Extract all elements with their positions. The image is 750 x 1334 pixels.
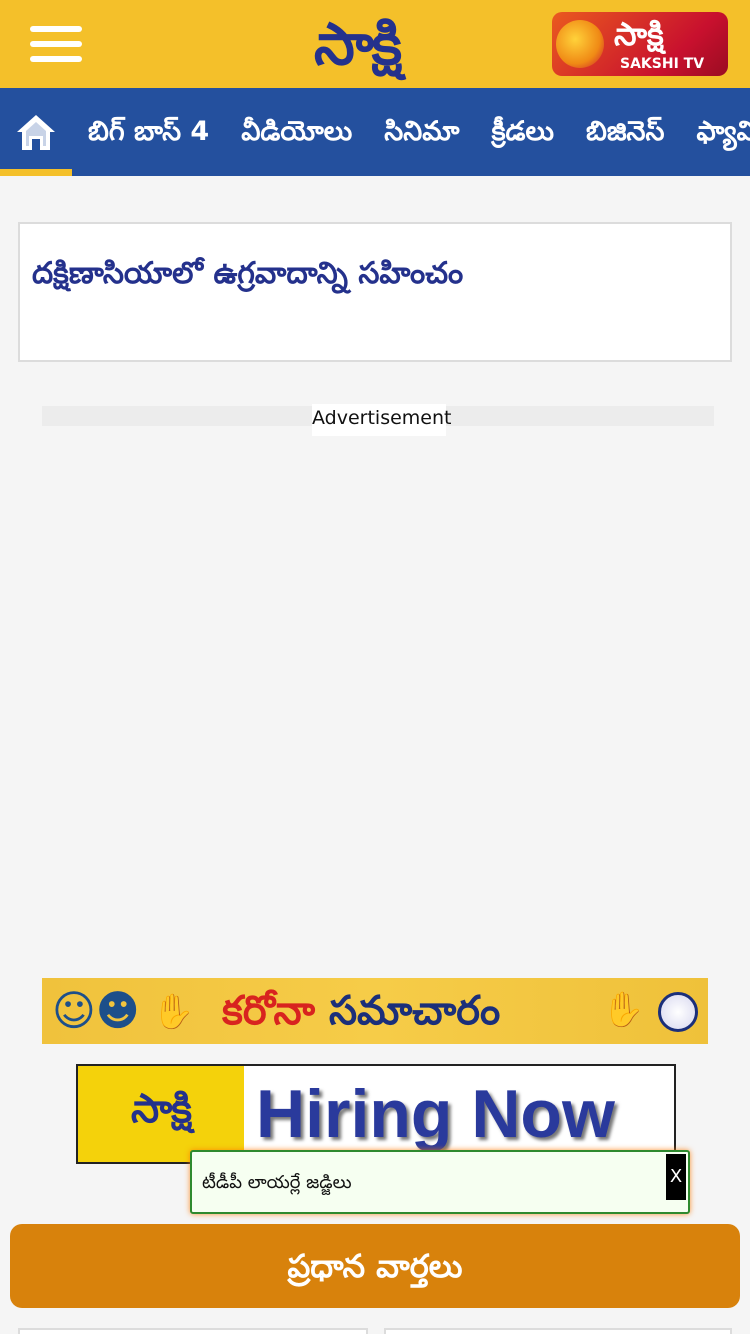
toast-text[interactable]: టీడీపీ లాయర్లే జడ్జిలు: [202, 1170, 352, 1196]
corona-info-banner[interactable]: ☺☻ ✋ కరోనా సమాచారం ✋: [42, 978, 708, 1044]
news-card[interactable]: [384, 1328, 732, 1334]
virus-icon: [658, 992, 698, 1032]
headline-card[interactable]: దక్షిణాసియాలో ఉగ్రవాదాన్ని సహించం: [18, 222, 732, 362]
advertisement-label: Advertisement: [312, 404, 451, 436]
nav-item-family[interactable]: ఫ్యామిలీ: [680, 88, 750, 176]
article-headline[interactable]: దక్షిణాసియాలో ఉగ్రవాదాన్ని సహించం: [32, 254, 463, 294]
tv-logo-text: సాక్షి: [614, 15, 664, 53]
sakshi-tv-logo[interactable]: సాక్షి SAKSHI TV: [552, 12, 728, 76]
nav-items: బిగ్ బాస్ 4 వీడియోలు సినిమా క్రీడలు బిజి…: [72, 88, 750, 176]
category-nav: బిగ్ బాస్ 4 వీడియోలు సినిమా క్రీడలు బిజి…: [0, 88, 750, 176]
corona-banner-title-blue: సమాచారం: [328, 988, 501, 1034]
corona-banner-title: కరోనా సమాచారం: [222, 986, 500, 1036]
hiring-banner-logo: సాక్షి: [78, 1066, 244, 1162]
logo-text: సాక్షి: [313, 10, 402, 78]
close-button[interactable]: X: [666, 1154, 686, 1200]
active-tab-indicator: [0, 169, 72, 176]
hiring-logo-text: సాక్షి: [130, 1086, 192, 1132]
hiring-text: Hiring Now: [256, 1076, 615, 1152]
handwash-icon: ✋: [602, 990, 645, 1030]
mask-people-icon: ☺☻: [52, 986, 140, 1035]
breaking-news-toast[interactable]: టీడీపీ లాయర్లే జడ్జిలు X: [190, 1150, 690, 1214]
home-icon: [17, 115, 55, 150]
globe-icon: [556, 20, 604, 68]
nav-item-sports[interactable]: క్రీడలు: [475, 88, 570, 176]
nav-item-videos[interactable]: వీడియోలు: [225, 88, 368, 176]
sakshi-logo[interactable]: సాక్షి: [268, 6, 446, 82]
nav-item-bigg-boss[interactable]: బిగ్ బాస్ 4: [72, 88, 225, 176]
nav-item-cinema[interactable]: సినిమా: [368, 88, 475, 176]
top-news-label: ప్రధాన వార్తలు: [287, 1247, 463, 1285]
news-card[interactable]: [18, 1328, 368, 1334]
corona-banner-title-red: కరోనా: [222, 988, 315, 1034]
menu-icon[interactable]: [30, 24, 82, 64]
hiring-now-banner[interactable]: సాక్షి Hiring Now: [76, 1064, 676, 1164]
top-news-button[interactable]: ప్రధాన వార్తలు: [10, 1224, 740, 1308]
app-header: సాక్షి సాక్షి SAKSHI TV: [0, 0, 750, 88]
nav-item-business[interactable]: బిజినెస్: [570, 88, 680, 176]
home-button[interactable]: [0, 88, 72, 176]
hiring-banner-text: Hiring Now: [244, 1066, 674, 1162]
sanitizer-icon: ✋: [152, 992, 195, 1032]
tv-logo-sub: SAKSHI TV: [620, 56, 705, 72]
